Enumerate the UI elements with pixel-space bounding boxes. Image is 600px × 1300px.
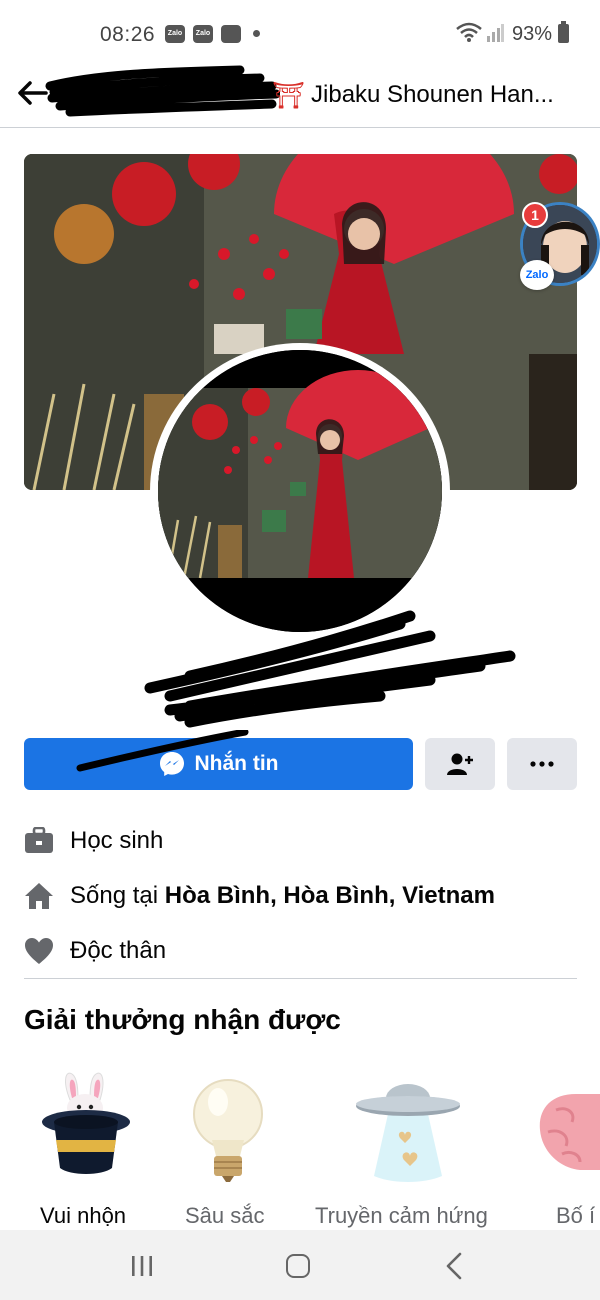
more-dots-icon bbox=[530, 761, 554, 767]
header-title-container: ⛩ Jibaku Shounen Han... bbox=[272, 78, 592, 112]
light-bulb-icon[interactable] bbox=[190, 1078, 266, 1189]
header-title: Jibaku Shounen Han... bbox=[311, 81, 554, 108]
torii-gate-emoji: ⛩ bbox=[272, 79, 306, 110]
add-friend-button[interactable] bbox=[425, 738, 495, 790]
award-label: Bố í bbox=[556, 1203, 596, 1228]
lives-in-prefix: Sống tại bbox=[70, 882, 165, 909]
brain-icon[interactable] bbox=[536, 1090, 600, 1183]
zalo-app-icon: Zalo bbox=[520, 260, 554, 290]
gallery-notification-icon bbox=[221, 25, 241, 43]
wifi-icon bbox=[456, 22, 482, 42]
messenger-icon bbox=[159, 751, 185, 777]
work-text: Học sinh bbox=[70, 827, 164, 854]
home-icon bbox=[24, 881, 54, 911]
zalo-notification-icon: Zalo bbox=[165, 25, 185, 43]
info-row-work: Học sinh bbox=[24, 821, 584, 861]
award-label: Sâu sắc bbox=[185, 1203, 265, 1228]
android-navigation-bar bbox=[0, 1230, 600, 1300]
home-button-icon[interactable] bbox=[286, 1254, 310, 1278]
signal-icon bbox=[487, 24, 504, 42]
profile-picture-image bbox=[158, 350, 442, 632]
system-back-icon[interactable] bbox=[444, 1252, 464, 1280]
more-options-button[interactable] bbox=[507, 738, 577, 790]
recent-apps-icon[interactable] bbox=[130, 1255, 154, 1277]
profile-header: ⛩ Jibaku Shounen Han... bbox=[0, 62, 600, 128]
info-row-relationship: Độc thân bbox=[24, 931, 584, 971]
profile-picture[interactable] bbox=[158, 350, 442, 632]
lives-in-place[interactable]: Hòa Bình, Hòa Bình, Vietnam bbox=[165, 882, 495, 910]
award-label: Vui nhộn bbox=[40, 1203, 127, 1228]
more-notifications-dot-icon bbox=[253, 30, 260, 37]
add-friend-icon bbox=[447, 753, 473, 775]
zalo-chat-head[interactable]: 1 Zalo bbox=[518, 200, 600, 290]
redaction-scribble bbox=[45, 65, 280, 117]
heart-icon bbox=[24, 936, 54, 966]
message-button-label: Nhắn tin bbox=[194, 752, 279, 775]
section-divider bbox=[24, 978, 577, 979]
info-row-lives-in: Sống tại Hòa Bình, Hòa Bình, Vietnam bbox=[24, 876, 584, 916]
briefcase-icon bbox=[24, 826, 54, 856]
ufo-icon[interactable] bbox=[354, 1076, 462, 1189]
unread-count-badge: 1 bbox=[522, 202, 548, 228]
award-label: Truyền cảm hứng bbox=[315, 1203, 488, 1228]
profile-name-redaction bbox=[144, 610, 516, 728]
battery-icon bbox=[558, 21, 569, 43]
awards-section-title: Giải thưởng nhận được bbox=[24, 1004, 341, 1035]
relationship-text: Độc thân bbox=[70, 937, 167, 964]
magic-hat-rabbit-icon[interactable] bbox=[40, 1070, 132, 1185]
zalo-notification-icon: Zalo bbox=[193, 25, 213, 43]
status-bar: 08:26 Zalo Zalo 93% bbox=[0, 0, 600, 62]
message-button[interactable]: Nhắn tin bbox=[24, 738, 413, 790]
battery-percent: 93% bbox=[512, 23, 553, 45]
status-time: 08:26 bbox=[100, 23, 156, 46]
